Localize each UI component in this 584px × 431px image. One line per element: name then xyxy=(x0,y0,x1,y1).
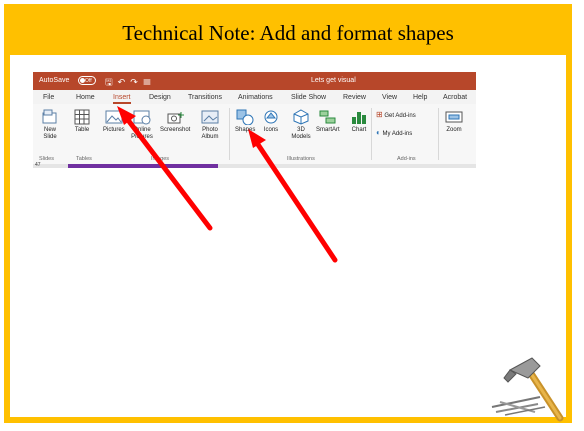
arrow-to-shapes-button xyxy=(248,129,338,263)
arrow-to-insert-tab xyxy=(117,106,213,231)
hammer-nails-icon xyxy=(491,357,564,422)
